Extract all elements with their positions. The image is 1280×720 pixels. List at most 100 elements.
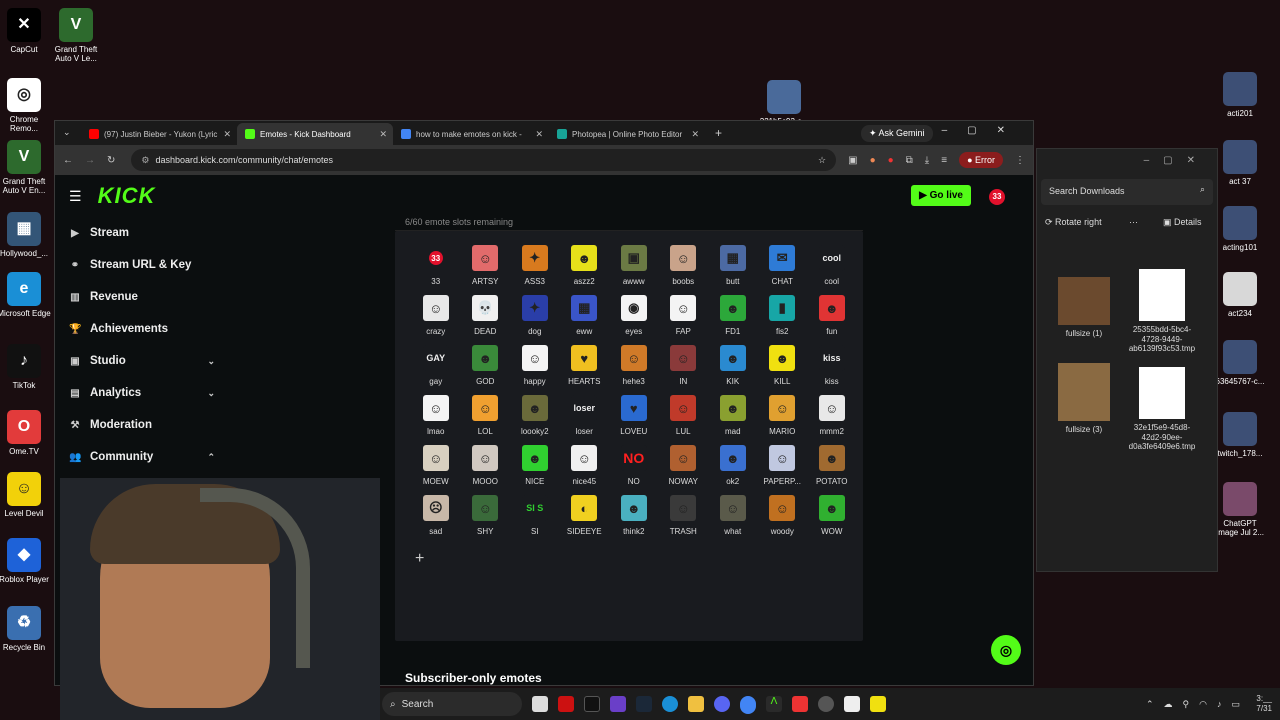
taskbar-clock[interactable]: 3:__ 7/31 (1256, 694, 1272, 713)
emote-item[interactable]: ☺ crazy (411, 295, 461, 336)
desktop-icon[interactable]: ♪ TikTok (0, 344, 52, 390)
sidebar-item-analytics[interactable]: ▤ Analytics ⌄ (55, 377, 227, 409)
emote-item[interactable]: ◐ SIDEEYE (560, 495, 610, 536)
window-controls[interactable]: –▢✕ (1144, 155, 1209, 166)
emote-item[interactable]: ▦ butt (708, 245, 758, 286)
close-tab-icon[interactable]: ✕ (691, 129, 699, 140)
tab-search-chevron-icon[interactable]: ⌄ (63, 127, 71, 138)
emote-item[interactable]: ☻ loooky2 (510, 395, 560, 436)
emote-item[interactable]: GAY gay (411, 345, 461, 386)
desktop-icon[interactable]: V Grand Theft Auto V En... (0, 140, 52, 195)
emote-item[interactable]: ☺ ARTSY (461, 245, 511, 286)
kick-app-icon[interactable]: Λ (766, 696, 782, 712)
emote-item[interactable]: ☺ happy (510, 345, 560, 386)
emote-item[interactable]: ☺ LUL (659, 395, 709, 436)
file-item[interactable]: fullsize (3) (1049, 363, 1119, 435)
app-icon[interactable] (792, 696, 808, 712)
desktop-icon[interactable]: ☺ Level Devil (0, 472, 52, 518)
emote-item[interactable]: ♥ HEARTS (560, 345, 610, 386)
emote-item[interactable]: ☺ SHY (461, 495, 511, 536)
extension-icon[interactable]: ● (888, 155, 894, 166)
emote-item[interactable]: ☺ MARIO (758, 395, 808, 436)
emote-item[interactable]: 33 33 (411, 245, 461, 286)
desktop-icon[interactable]: acting101 (1212, 206, 1268, 252)
tiktok-icon[interactable] (584, 696, 600, 712)
hamburger-menu-icon[interactable]: ☰ (69, 188, 82, 205)
emote-item[interactable]: ✦ dog (510, 295, 560, 336)
emote-item[interactable]: ☻ GOD (461, 345, 511, 386)
sidebar-item-stream-url-key[interactable]: ⚭ Stream URL & Key (55, 249, 227, 281)
extensions-puzzle-icon[interactable]: ⧉ (906, 155, 913, 166)
emote-item[interactable]: ☺ TRASH (659, 495, 709, 536)
emote-item[interactable]: ☻ mad (708, 395, 758, 436)
file-item[interactable]: 25355bdd-5bc4-4728-9449-ab6139f93c53.tmp (1127, 269, 1197, 354)
explorer-search-input[interactable]: Search Downloads ⌕ (1041, 179, 1213, 205)
desktop-icon[interactable]: V Grand Theft Auto V Le... (48, 8, 104, 63)
chrome-icon[interactable] (740, 696, 756, 712)
emote-item[interactable]: loser loser (560, 395, 610, 436)
details-button[interactable]: ▣ Details (1163, 217, 1202, 228)
steam-icon[interactable] (636, 696, 652, 712)
emote-item[interactable]: kiss kiss (807, 345, 857, 386)
emote-item[interactable]: ☺ NOWAY (659, 445, 709, 486)
close-tab-icon[interactable]: ✕ (379, 129, 387, 140)
sticky-notes-icon[interactable] (870, 696, 886, 712)
desktop-icon[interactable]: acti201 (1212, 72, 1268, 118)
app-icon[interactable] (610, 696, 626, 712)
sidebar-item-achievements[interactable]: 🏆 Achievements (55, 313, 227, 345)
desktop-icon[interactable]: ▦ Hollywood_... (0, 212, 52, 258)
emote-item[interactable]: ☺ lmao (411, 395, 461, 436)
ask-gemini-button[interactable]: ✦ Ask Gemini (861, 125, 933, 142)
emote-item[interactable]: ▦ eww (560, 295, 610, 336)
desktop-icon[interactable]: act 37 (1212, 140, 1268, 186)
forward-icon[interactable]: → (85, 155, 95, 166)
desktop-icon[interactable]: e Microsoft Edge (0, 272, 52, 318)
file-item[interactable]: 32e1f5e9-45d8-42d2-90ee-d0a3fe6409e6.tmp (1127, 367, 1197, 452)
emote-item[interactable]: ☺ PAPERP... (758, 445, 808, 486)
emote-item[interactable]: ✉ CHAT (758, 245, 808, 286)
emote-item[interactable]: ☺ MOOO (461, 445, 511, 486)
desktop-icon[interactable]: O Ome.TV (0, 410, 52, 456)
file-explorer-icon[interactable] (688, 696, 704, 712)
desktop-icon[interactable]: act234 (1212, 272, 1268, 318)
emote-item[interactable]: ☻ KIK (708, 345, 758, 386)
new-tab-button[interactable]: + (715, 126, 722, 140)
emote-item[interactable]: ☺ LOL (461, 395, 511, 436)
emote-item[interactable]: ✦ ASS3 (510, 245, 560, 286)
go-live-button[interactable]: ▶ Go live (911, 185, 971, 206)
emote-item[interactable]: ☺ FAP (659, 295, 709, 336)
extension-icon[interactable]: ▣ (848, 155, 857, 166)
emote-item[interactable]: SI S SI (510, 495, 560, 536)
emote-item[interactable]: ☺ IN (659, 345, 709, 386)
emote-item[interactable]: ◉ eyes (609, 295, 659, 336)
browser-tab[interactable]: Photopea | Online Photo Editor ✕ (549, 123, 705, 145)
site-info-icon[interactable]: ⚙ (141, 155, 149, 166)
app-icon[interactable] (818, 696, 834, 712)
notification-badge[interactable]: 33 (989, 189, 1005, 205)
support-chat-icon[interactable]: ◎ (991, 635, 1021, 665)
emote-item[interactable]: cool cool (807, 245, 857, 286)
emote-item[interactable]: ☻ NICE (510, 445, 560, 486)
reading-list-icon[interactable]: ≡ (941, 155, 947, 166)
close-tab-icon[interactable]: ✕ (535, 129, 543, 140)
reload-icon[interactable]: ↻ (107, 155, 115, 166)
browser-tab[interactable]: (97) Justin Bieber - Yukon (Lyric ✕ (81, 123, 237, 145)
back-icon[interactable]: ← (63, 155, 73, 166)
emote-item[interactable]: ☻ FD1 (708, 295, 758, 336)
taskbar-search[interactable]: ⌕ Search (382, 692, 522, 716)
rotate-right-button[interactable]: ⟳ Rotate right (1045, 217, 1102, 228)
emote-item[interactable]: ☻ ok2 (708, 445, 758, 486)
edge-icon[interactable] (662, 696, 678, 712)
discord-icon[interactable] (714, 696, 730, 712)
sidebar-item-community[interactable]: 👥 Community ⌃ (55, 441, 227, 473)
app-icon[interactable] (844, 696, 860, 712)
url-field[interactable]: ⚙ dashboard.kick.com/community/chat/emot… (131, 149, 837, 171)
desktop-icon[interactable]: ♻ Recycle Bin (0, 606, 52, 652)
desktop-icon[interactable]: 63645767-c... (1212, 340, 1268, 386)
bookmark-star-icon[interactable]: ☆ (818, 155, 826, 166)
system-tray[interactable]: ⌃ ☁ ⚲ ◠ ♪ ▭ (1146, 699, 1240, 710)
app-icon[interactable] (558, 696, 574, 712)
extension-icon[interactable]: ● (870, 155, 876, 166)
task-view-icon[interactable] (532, 696, 548, 712)
emote-item[interactable]: ☻ fun (807, 295, 857, 336)
